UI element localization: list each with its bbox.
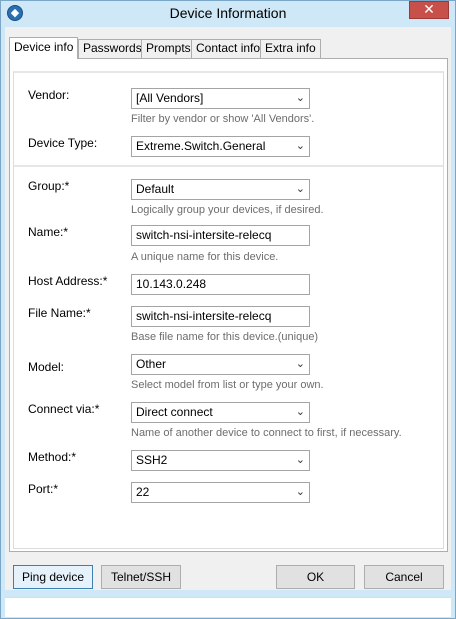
status-bar <box>5 597 451 617</box>
name-input[interactable]: switch-nsi-intersite-relecq <box>131 225 310 246</box>
tab-extra-info[interactable]: Extra info <box>260 39 321 58</box>
port-value: 22 <box>136 485 150 499</box>
vendor-label: Vendor: <box>28 88 70 102</box>
chevron-down-icon: ⌄ <box>295 454 305 466</box>
device-info-panel: Vendor: [All Vendors] ⌄ Filter by vendor… <box>9 58 448 552</box>
tab-contact-info[interactable]: Contact info <box>191 39 266 58</box>
connect-via-value: Direct connect <box>136 405 213 419</box>
method-value: SSH2 <box>136 453 168 467</box>
connect-via-hint: Name of another device to connect to fir… <box>131 427 402 439</box>
device-type-dropdown[interactable]: Extreme.Switch.General ⌄ <box>131 136 310 157</box>
vendor-value: [All Vendors] <box>136 91 204 105</box>
model-dropdown[interactable]: Other ⌄ <box>131 354 310 375</box>
model-label: Model: <box>28 360 65 374</box>
chevron-down-icon: ⌄ <box>295 406 305 418</box>
device-details-group: Group:* Default ⌄ Logically group your d… <box>13 165 444 549</box>
chevron-down-icon: ⌄ <box>295 358 305 370</box>
close-button[interactable]: ✕ <box>409 1 449 19</box>
device-type-value: Extreme.Switch.General <box>136 139 266 153</box>
ping-device-button[interactable]: Ping device <box>13 565 93 589</box>
vendor-hint: Filter by vendor or show 'All Vendors'. <box>131 113 315 125</box>
cancel-button[interactable]: Cancel <box>364 565 444 589</box>
vendor-group: Vendor: [All Vendors] ⌄ Filter by vendor… <box>13 71 444 166</box>
vendor-dropdown[interactable]: [All Vendors] ⌄ <box>131 88 310 109</box>
telnet-ssh-button[interactable]: Telnet/SSH <box>101 565 181 589</box>
method-dropdown[interactable]: SSH2 ⌄ <box>131 450 310 471</box>
tab-device-info[interactable]: Device info <box>9 37 79 59</box>
window-title: Device Information <box>169 5 287 21</box>
chevron-down-icon: ⌄ <box>295 140 305 152</box>
group-dropdown[interactable]: Default ⌄ <box>131 179 310 200</box>
host-address-input[interactable]: 10.143.0.248 <box>131 274 310 295</box>
title-bar[interactable]: ◆ Device Information ✕ <box>1 1 455 27</box>
name-hint: A unique name for this device. <box>131 251 279 263</box>
name-label: Name:* <box>28 225 69 239</box>
group-value: Default <box>136 182 175 196</box>
tab-passwords[interactable]: Passwords <box>78 39 147 58</box>
dialog-body: Device info Passwords Prompts Contact in… <box>5 27 451 590</box>
chevron-down-icon: ⌄ <box>295 183 305 195</box>
method-label: Method:* <box>28 450 77 464</box>
tab-prompts[interactable]: Prompts <box>141 39 196 58</box>
model-hint: Select model from list or type your own. <box>131 379 324 391</box>
file-name-hint: Base file name for this device.(unique) <box>131 331 319 343</box>
connect-via-dropdown[interactable]: Direct connect ⌄ <box>131 402 310 423</box>
device-information-window: ◆ Device Information ✕ Device info Passw… <box>0 0 456 619</box>
group-hint: Logically group your devices, if desired… <box>131 204 324 216</box>
file-name-label: File Name:* <box>28 306 91 320</box>
model-value: Other <box>136 357 167 371</box>
chevron-down-icon: ⌄ <box>295 486 305 498</box>
port-dropdown[interactable]: 22 ⌄ <box>131 482 310 503</box>
file-name-input[interactable]: switch-nsi-intersite-relecq <box>131 306 310 327</box>
connect-via-label: Connect via:* <box>28 402 100 416</box>
group-label: Group:* <box>28 179 70 193</box>
device-type-label: Device Type: <box>28 136 98 150</box>
port-label: Port:* <box>28 482 59 496</box>
chevron-down-icon: ⌄ <box>295 92 305 104</box>
host-address-label: Host Address:* <box>28 274 108 288</box>
ok-button[interactable]: OK <box>276 565 355 589</box>
